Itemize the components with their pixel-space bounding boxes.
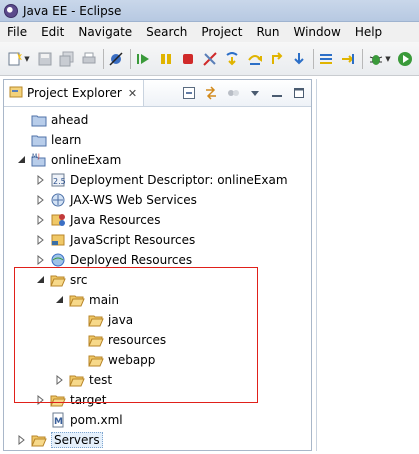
web-project-icon: MJ [31,152,47,168]
tree-item-label: onlineExam [51,153,122,167]
tree-item[interactable]: Servers [16,430,103,450]
menu-navigate[interactable]: Navigate [71,22,139,42]
tree-item[interactable]: learn [16,130,81,150]
collapsed-arrow-icon[interactable] [16,434,28,446]
tree-item-label: JavaScript Resources [70,233,196,247]
menu-run[interactable]: Run [249,22,286,42]
main-toolbar: ▼ ▼ [0,42,419,76]
tree-item[interactable]: Mpom.xml [35,410,123,430]
menu-bar: File Edit Navigate Search Project Run Wi… [0,22,419,42]
run-icon[interactable] [397,50,414,68]
maximize-icon[interactable] [291,85,307,101]
editor-area [316,79,419,451]
project-explorer-icon [9,85,23,102]
view-header: Project Explorer ✕ [4,80,311,107]
use-step-filters-icon[interactable] [318,50,335,68]
new-dropdown-icon[interactable]: ▼ [24,55,32,63]
terminate-icon[interactable] [179,50,196,68]
svg-text:M: M [32,153,37,160]
svg-text:J: J [37,153,40,160]
drop-to-frame-icon[interactable] [290,50,307,68]
step-return-icon[interactable] [268,50,285,68]
tree-item-label: learn [51,133,82,147]
debug-dropdown-icon[interactable]: ▼ [385,55,393,63]
window-title: Java EE - Eclipse [23,3,122,18]
link-with-editor-icon[interactable] [203,85,219,101]
title-bar: Java EE - Eclipse [0,0,419,22]
tree-item-label: Deployed Resources [70,253,193,267]
annotation-highlight-box [14,267,258,403]
menu-project[interactable]: Project [194,22,249,42]
focus-icon[interactable] [225,85,241,101]
menu-window[interactable]: Window [286,22,347,42]
step-over-icon[interactable] [246,50,263,68]
collapsed-arrow-icon[interactable] [35,174,47,186]
tab-project-explorer[interactable]: Project Explorer ✕ [4,80,145,106]
tree-item[interactable]: M JonlineExam [16,150,121,170]
toolbar-separator [312,48,314,69]
close-icon[interactable]: ✕ [128,87,137,100]
tree-item-label: ahead [51,113,89,127]
disconnect-icon[interactable] [201,50,218,68]
toolbar-separator [102,48,104,69]
javascript-resources-icon [50,232,66,248]
toolbar-separator [129,48,131,69]
step-filter-arrow-icon[interactable] [340,50,357,68]
collapsed-arrow-icon[interactable] [35,234,47,246]
tree-item-label: Deployment Descriptor: onlineExam [70,173,288,187]
tree-item[interactable]: JAX-WS Web Services [35,190,197,210]
tree-item-label: pom.xml [70,413,123,427]
folder-icon [31,432,47,448]
menu-file[interactable]: File [0,22,34,42]
minimize-icon[interactable] [269,85,285,101]
resume-icon[interactable] [135,50,152,68]
suspend-icon[interactable] [157,50,174,68]
save-all-icon[interactable] [58,50,75,68]
menu-search[interactable]: Search [139,22,194,42]
menu-edit[interactable]: Edit [34,22,71,42]
collapsed-arrow-icon[interactable] [35,194,47,206]
web-services-icon [50,192,66,208]
skip-breakpoints-icon[interactable] [108,50,125,68]
java-resources-icon [50,212,66,228]
tree-item[interactable]: JavaScript Resources [35,230,195,250]
collapsed-arrow-icon[interactable] [35,214,47,226]
menu-help[interactable]: Help [348,22,389,42]
save-icon[interactable] [36,50,53,68]
view-toolbar [175,85,307,101]
expanded-arrow-icon[interactable] [16,154,28,166]
collapsed-arrow-icon[interactable] [35,254,47,266]
maven-pom-icon: M [50,412,66,428]
view-menu-icon[interactable] [247,85,263,101]
eclipse-logo-icon [4,3,18,18]
tree-item[interactable]: ahead [16,110,88,130]
deployment-descriptor-icon: 2.5 [50,172,66,188]
tree-item-label: Servers [51,432,103,448]
tree-item-label: Java Resources [70,213,161,227]
tree-item[interactable]: 2.5 Deployment Descriptor: onlineExam [35,170,288,190]
svg-text:M: M [54,417,63,427]
tab-label: Project Explorer [27,86,122,100]
new-icon[interactable] [6,50,23,68]
tree-item[interactable]: Java Resources [35,210,160,230]
project-folder-icon [31,132,47,148]
toolbar-separator [362,48,363,69]
step-into-icon[interactable] [224,50,241,68]
print-icon[interactable] [80,50,97,68]
collapse-all-icon[interactable] [181,85,197,101]
deployed-resources-icon [50,252,66,268]
svg-text:2.5: 2.5 [53,177,66,186]
debug-icon[interactable] [367,50,384,68]
project-folder-icon [31,112,47,128]
tree-item-label: JAX-WS Web Services [70,193,197,207]
